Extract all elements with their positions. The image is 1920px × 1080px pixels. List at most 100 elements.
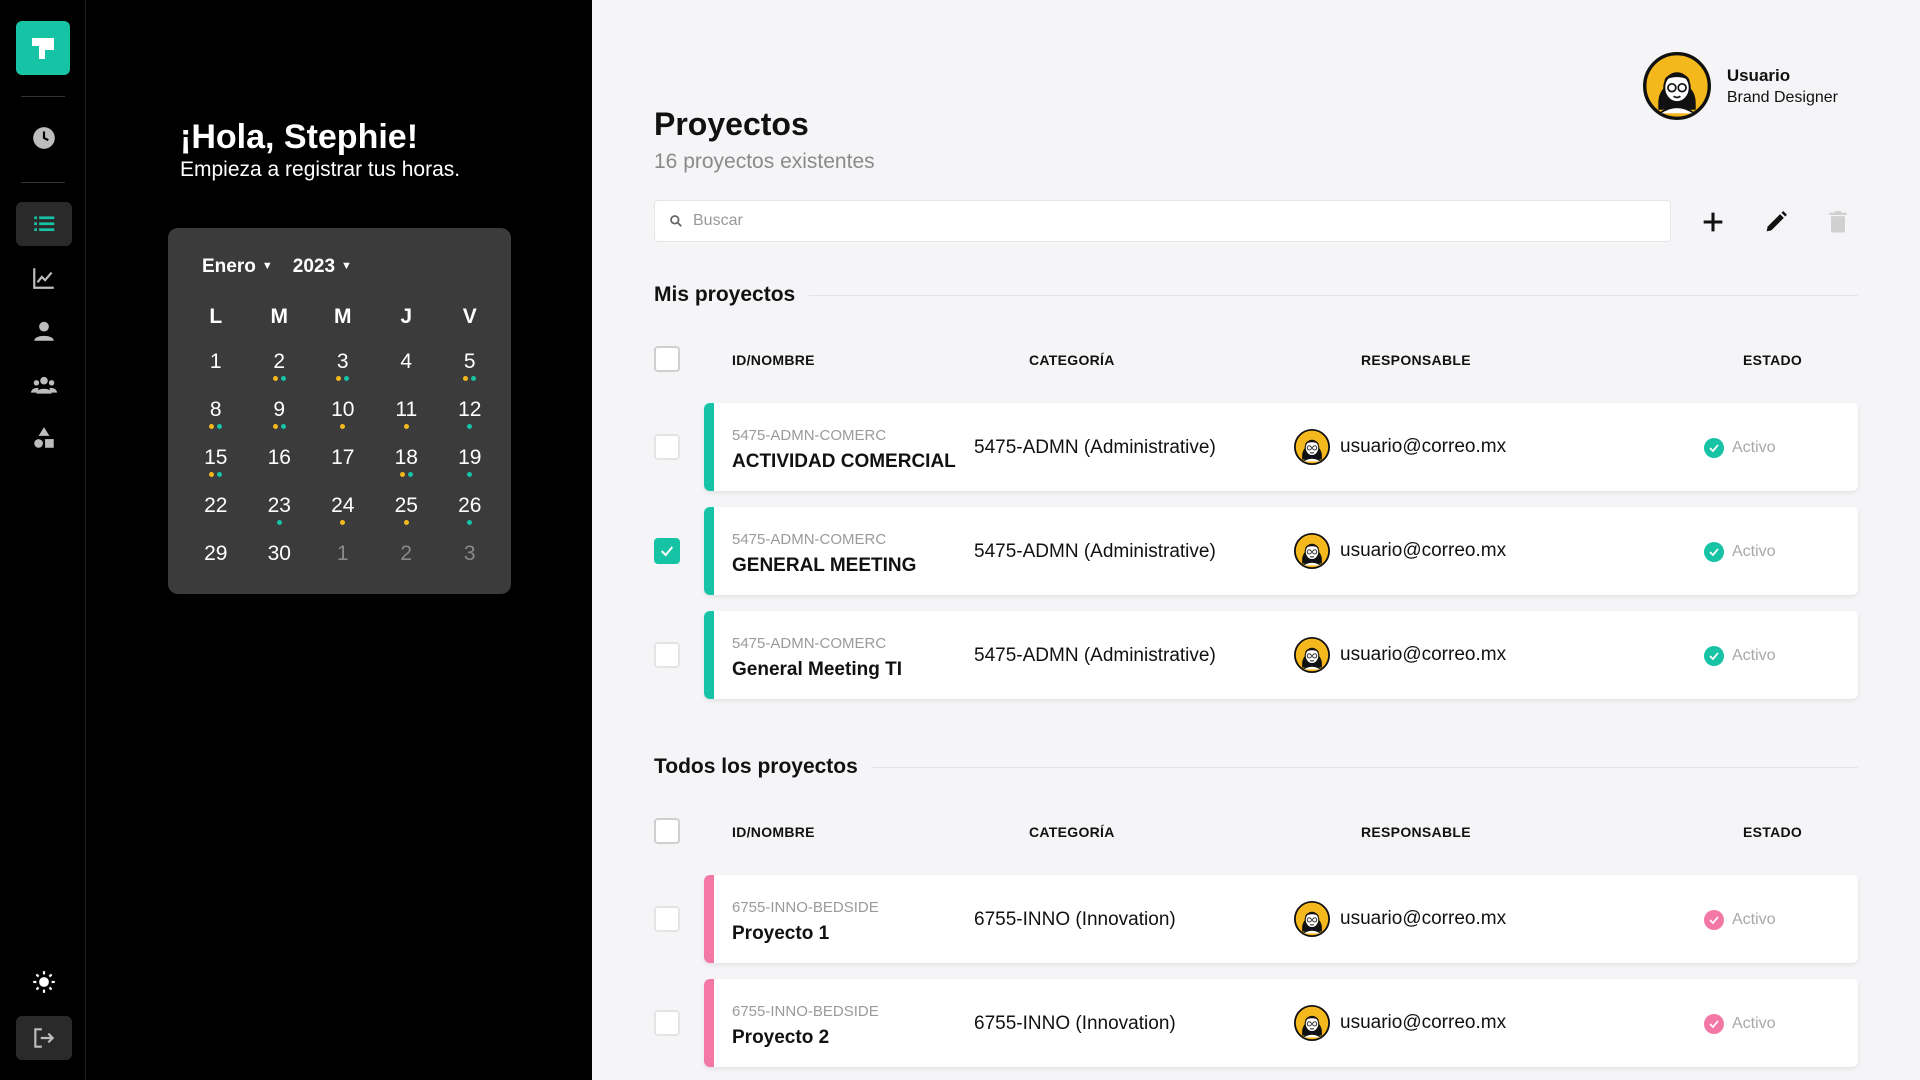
- entry-indicators: [463, 376, 477, 381]
- calendar-day[interactable]: 25: [375, 482, 439, 530]
- edit-project-button[interactable]: [1758, 204, 1794, 240]
- table-row[interactable]: 5475-ADMN-COMERC ACTIVIDAD COMERCIAL 5475-…: [654, 403, 1858, 491]
- nav-clock[interactable]: [16, 116, 72, 160]
- logout-button[interactable]: [16, 1016, 72, 1060]
- project-name: GENERAL MEETING: [732, 555, 917, 576]
- nav-projects[interactable]: [16, 202, 72, 246]
- day-number: 1: [336, 542, 349, 565]
- calendar-day[interactable]: 3: [311, 338, 375, 386]
- row-checkbox[interactable]: [654, 434, 680, 460]
- entry-dot: [467, 424, 473, 429]
- entry-dot: [272, 424, 278, 429]
- chart-icon: [33, 268, 54, 289]
- day-number: 30: [267, 542, 291, 565]
- calendar-day[interactable]: 8: [184, 386, 248, 434]
- table-row[interactable]: 5475-ADMN-COMERC GENERAL MEETING 5475-ADMN…: [654, 507, 1858, 595]
- search-icon: [670, 215, 682, 227]
- table-row[interactable]: 6755-INNO-BEDSIDE Proyecto 2 6755-INNO (In…: [654, 979, 1858, 1067]
- project-id: 6755-INNO-BEDSIDE: [732, 1003, 879, 1020]
- calendar-day[interactable]: 29: [184, 530, 248, 578]
- day-number: 9: [273, 398, 286, 421]
- entry-dot: [463, 376, 469, 381]
- calendar-day[interactable]: 9: [248, 386, 312, 434]
- add-project-button[interactable]: [1695, 204, 1731, 240]
- project-card[interactable]: 5475-ADMN-COMERC ACTIVIDAD COMERCIAL 5475-…: [704, 403, 1858, 491]
- month-select[interactable]: Enero ▼: [202, 256, 273, 278]
- day-number: 1: [209, 350, 222, 373]
- entry-indicators: [340, 520, 346, 525]
- status-label: Activo: [1732, 647, 1776, 664]
- user-profile[interactable]: Usuario Brand Designer: [1643, 52, 1838, 120]
- section-title: Todos los proyectos: [654, 755, 858, 778]
- row-checkbox[interactable]: [654, 1010, 680, 1036]
- delete-project-button[interactable]: [1820, 204, 1856, 240]
- weekday-label: M: [334, 305, 352, 328]
- entry-dot: [217, 472, 223, 477]
- calendar-day[interactable]: 17: [311, 434, 375, 482]
- owner-email: usuario@correo.mx: [1340, 908, 1507, 929]
- calendar-day[interactable]: 3: [438, 530, 502, 578]
- entry-indicators: [403, 424, 409, 429]
- calendar-day[interactable]: 11: [375, 386, 439, 434]
- nav-user[interactable]: [16, 309, 72, 353]
- table-row[interactable]: 5475-ADMN-COMERC General Meeting TI 5475-A…: [654, 611, 1858, 699]
- row-checkbox[interactable]: [654, 642, 680, 668]
- select-all-checkbox[interactable]: [654, 346, 680, 372]
- calendar-day[interactable]: 4: [375, 338, 439, 386]
- column-category: CATEGORÍA: [1029, 352, 1115, 368]
- calendar-day[interactable]: 16: [248, 434, 312, 482]
- entry-dot: [467, 472, 473, 477]
- page-title: Proyectos: [654, 106, 809, 142]
- nav-reports[interactable]: [16, 256, 72, 300]
- row-checkbox[interactable]: [654, 538, 680, 564]
- year-label: 2023: [292, 256, 336, 277]
- table-header: ID/NOMBRE CATEGORÍA RESPONSABLE ESTADO: [654, 818, 1858, 846]
- shapes-icon: [34, 427, 54, 448]
- calendar-day[interactable]: 30: [248, 530, 312, 578]
- calendar-day[interactable]: 23: [248, 482, 312, 530]
- nav-categories[interactable]: [16, 416, 72, 460]
- row-checkbox[interactable]: [654, 906, 680, 932]
- day-number: 8: [209, 398, 222, 421]
- project-category: 6755-INNO (Innovation): [974, 1013, 1176, 1034]
- calendar-day[interactable]: 2: [375, 530, 439, 578]
- calendar-day[interactable]: 24: [311, 482, 375, 530]
- entry-dot: [272, 376, 278, 381]
- theme-toggle[interactable]: [16, 960, 72, 1004]
- entry-indicators: [467, 424, 473, 429]
- avatar: [1294, 1005, 1330, 1041]
- select-all-checkbox[interactable]: [654, 818, 680, 844]
- project-card[interactable]: 6755-INNO-BEDSIDE Proyecto 1 6755-INNO (In…: [704, 875, 1858, 963]
- app-logo-icon[interactable]: [16, 21, 70, 75]
- calendar-day[interactable]: 10: [311, 386, 375, 434]
- section-title: Mis proyectos: [654, 283, 796, 306]
- project-id: 5475-ADMN-COMERC: [732, 531, 887, 548]
- divider: [21, 96, 65, 97]
- calendar-day[interactable]: 5: [438, 338, 502, 386]
- calendar-day[interactable]: 18: [375, 434, 439, 482]
- calendar-day[interactable]: 15: [184, 434, 248, 482]
- day-number: 3: [336, 350, 349, 373]
- project-card[interactable]: 5475-ADMN-COMERC General Meeting TI 5475-A…: [704, 611, 1858, 699]
- search-input[interactable]: [693, 212, 1593, 230]
- greeting-subtitle: Empieza a registrar tus horas.: [180, 158, 461, 181]
- nav-team[interactable]: [16, 363, 72, 407]
- divider: [809, 294, 1858, 296]
- table-row[interactable]: 6755-INNO-BEDSIDE Proyecto 1 6755-INNO (In…: [654, 875, 1858, 963]
- status-label: Activo: [1732, 1015, 1776, 1032]
- calendar-day[interactable]: 12: [438, 386, 502, 434]
- column-id: ID/NOMBRE: [732, 352, 815, 368]
- calendar-day[interactable]: 26: [438, 482, 502, 530]
- project-card[interactable]: 6755-INNO-BEDSIDE Proyecto 2 6755-INNO (In…: [704, 979, 1858, 1067]
- year-select[interactable]: 2023 ▼: [293, 256, 352, 278]
- calendar-day[interactable]: 1: [311, 530, 375, 578]
- day-number: 22: [204, 494, 228, 517]
- column-status: ESTADO: [1743, 352, 1803, 368]
- category-color-bar: [704, 979, 714, 1067]
- calendar-day[interactable]: 1: [184, 338, 248, 386]
- calendar-day[interactable]: 2: [248, 338, 312, 386]
- project-card[interactable]: 5475-ADMN-COMERC GENERAL MEETING 5475-ADMN…: [704, 507, 1858, 595]
- calendar-day[interactable]: 22: [184, 482, 248, 530]
- calendar-grid: L M M J V 1 2 3 4 5 8 9 10 11 12 15 16 17 18 19 22 23 24 25 26 29…: [184, 296, 502, 578]
- calendar-day[interactable]: 19: [438, 434, 502, 482]
